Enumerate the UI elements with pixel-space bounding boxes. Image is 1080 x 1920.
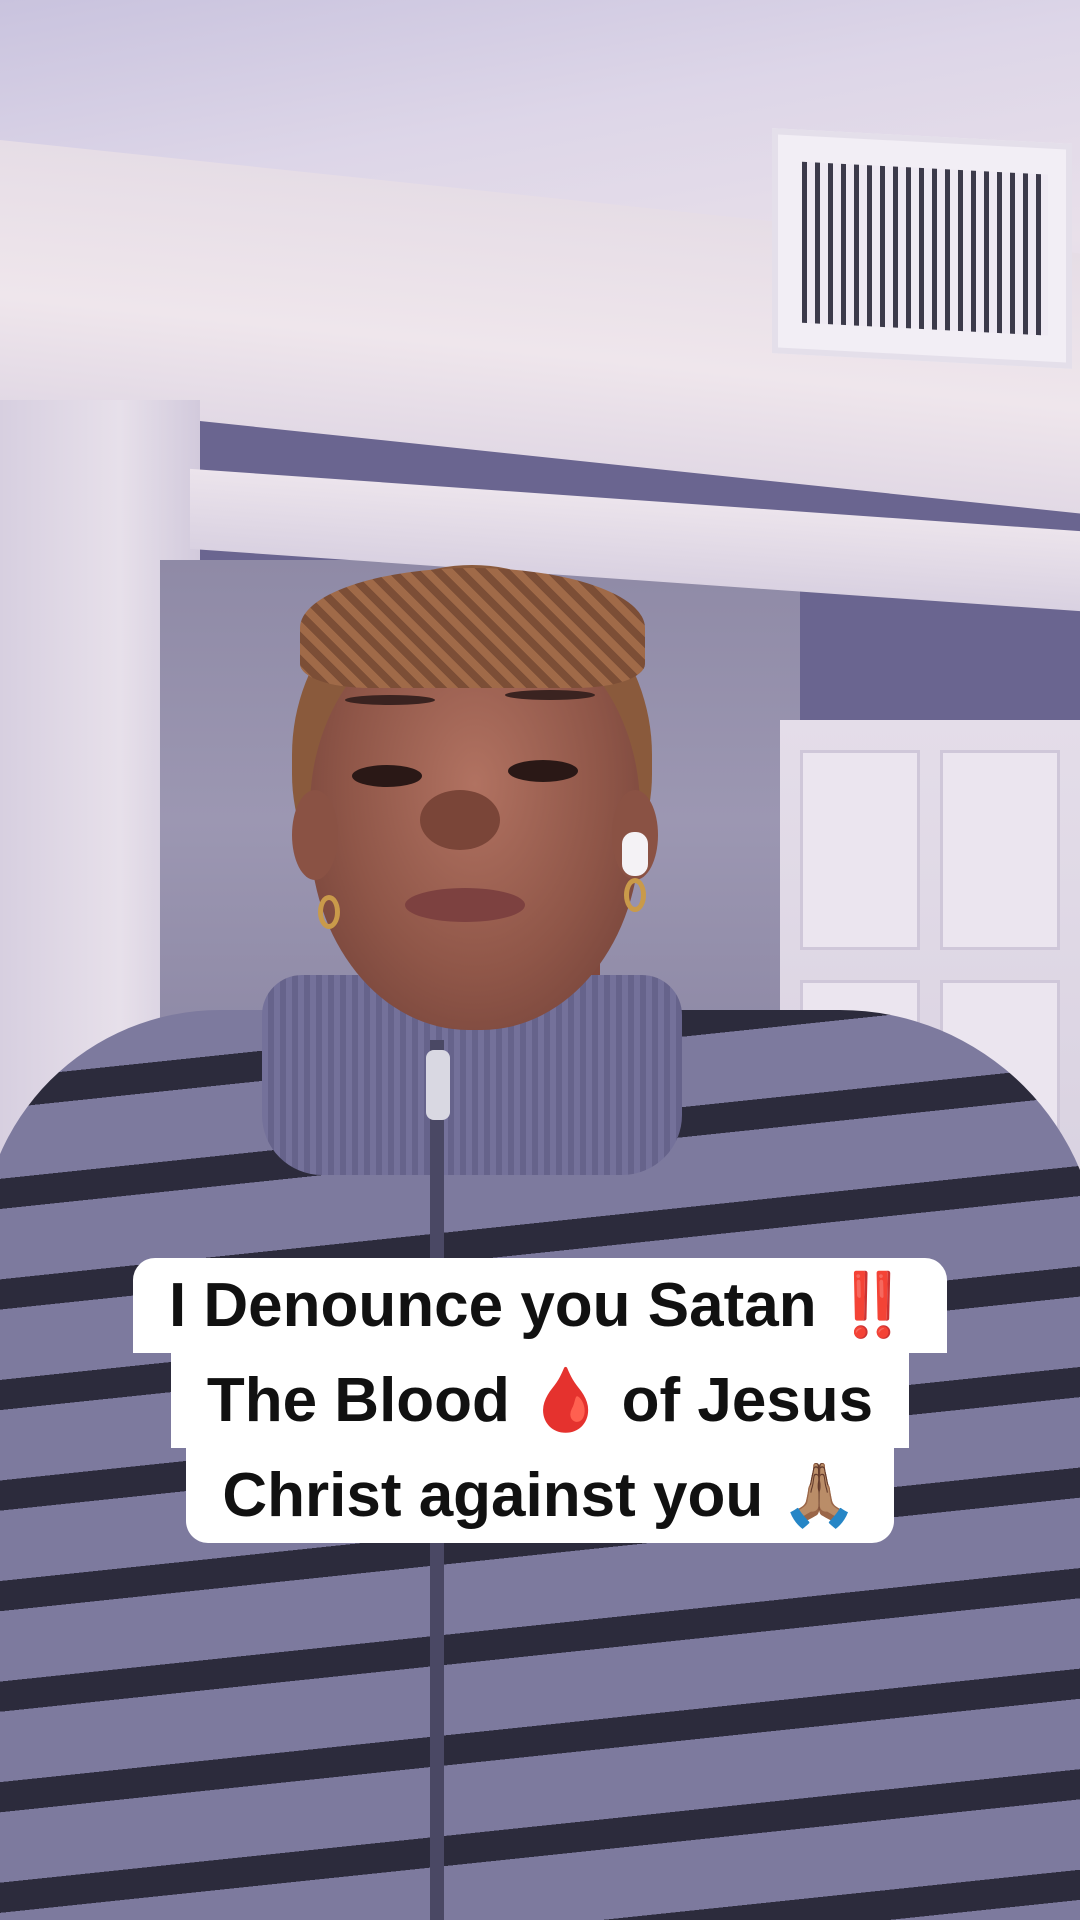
mouth <box>405 888 525 922</box>
left-eye <box>352 765 422 787</box>
caption-line-2-text-before: The Blood <box>206 1366 510 1435</box>
caption-line-3-text: Christ against you <box>222 1461 764 1530</box>
left-eyebrow <box>345 695 435 705</box>
caption-line-3: Christ against you 🙏🏽 <box>186 1448 894 1543</box>
double-exclamation-icon: ‼️ <box>833 1268 912 1341</box>
zipper-pull <box>426 1050 450 1120</box>
earbud <box>622 832 648 876</box>
caption: I Denounce you Satan ‼️ The Blood 🩸 of J… <box>0 1258 1080 1543</box>
headband <box>300 568 645 688</box>
caption-line-1: I Denounce you Satan ‼️ <box>132 1258 948 1353</box>
nose <box>420 790 500 850</box>
praying-hands-icon: 🙏🏽 <box>780 1458 858 1531</box>
blood-drop-icon: 🩸 <box>527 1363 605 1436</box>
right-eye <box>508 760 578 782</box>
caption-line-2-text-after: of Jesus <box>621 1366 874 1435</box>
caption-line-1-text: I Denounce you Satan <box>168 1271 817 1340</box>
person <box>0 0 1080 1920</box>
left-earring <box>318 895 340 929</box>
left-ear <box>292 790 338 880</box>
right-earring <box>624 878 646 912</box>
right-eyebrow <box>505 690 595 700</box>
video-frame[interactable]: I Denounce you Satan ‼️ The Blood 🩸 of J… <box>0 0 1080 1920</box>
caption-line-2: The Blood 🩸 of Jesus <box>170 1353 910 1448</box>
